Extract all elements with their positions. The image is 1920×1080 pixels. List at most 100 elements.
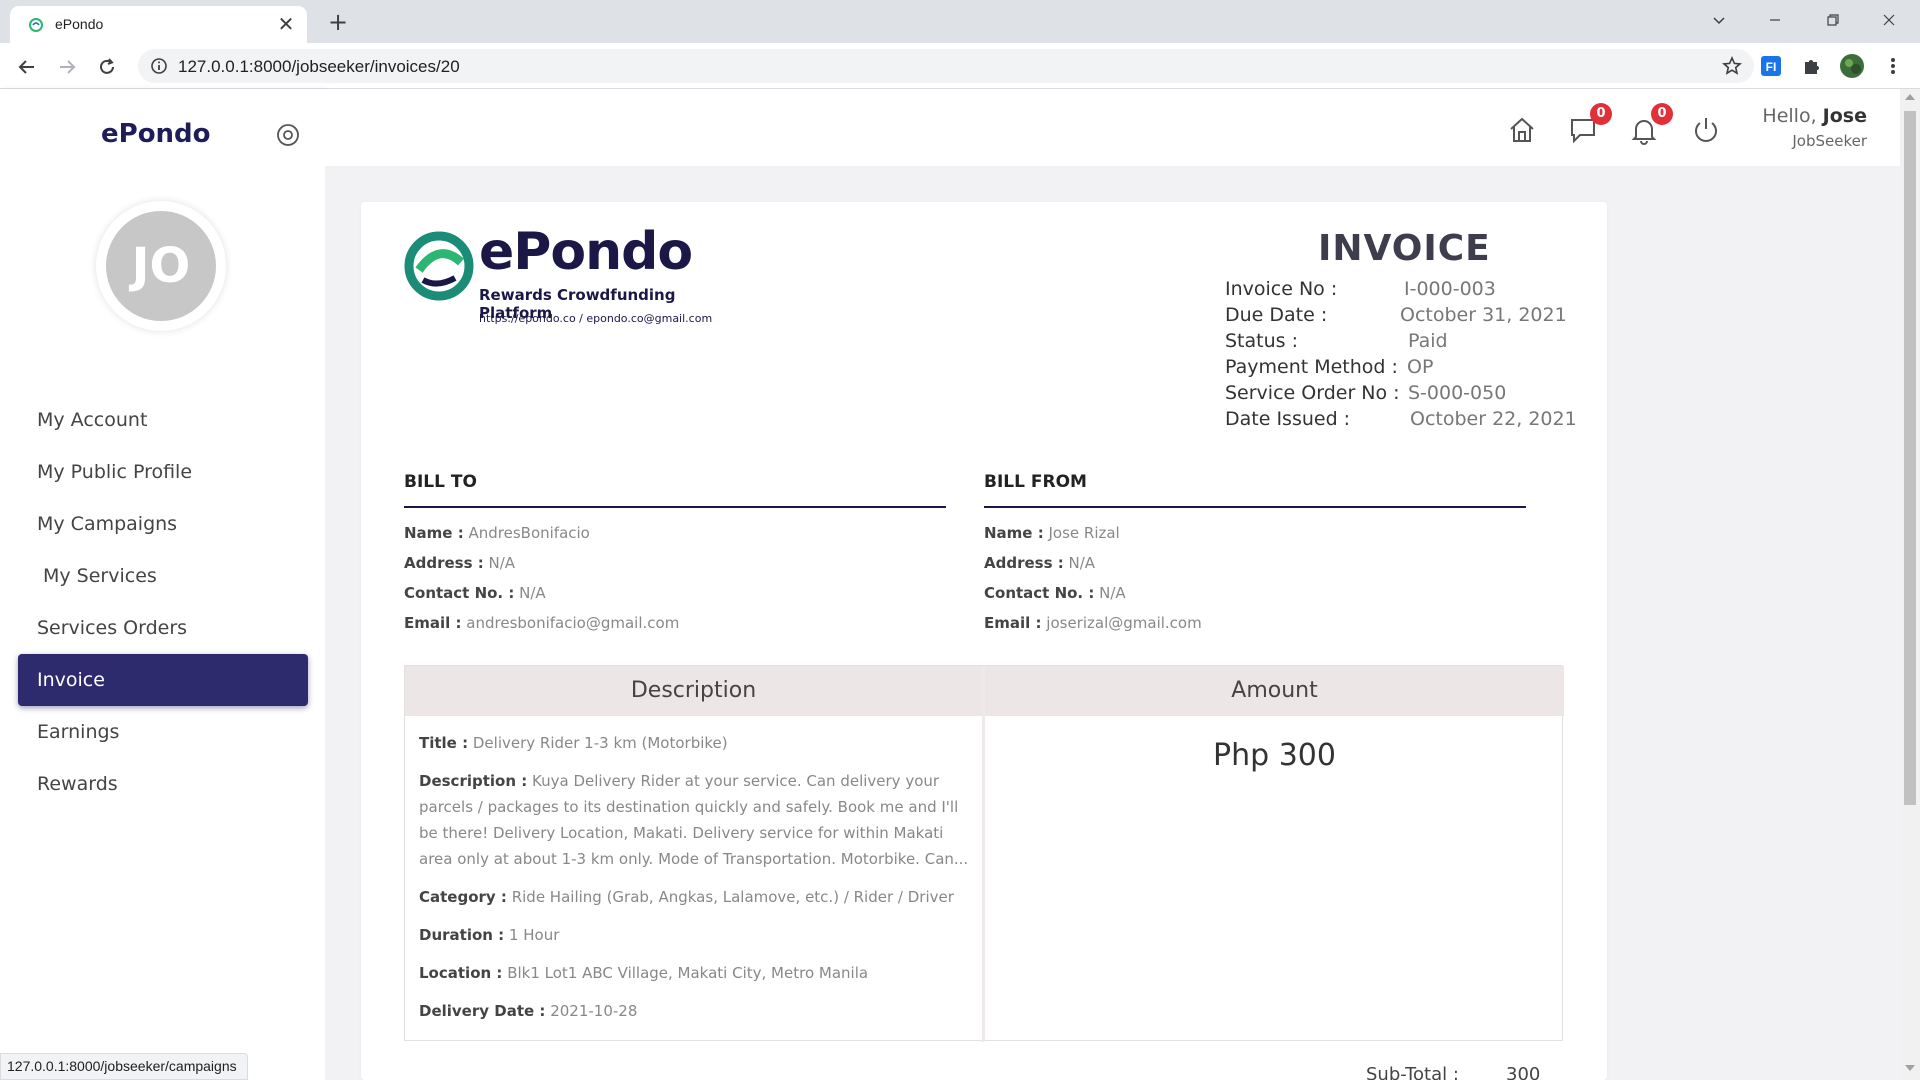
bill-to-address: Address : N/A: [404, 554, 946, 572]
window-close-icon[interactable]: [1866, 0, 1912, 40]
avatar-frame: JO: [96, 201, 226, 331]
sidebar-item-my-account[interactable]: My Account: [18, 394, 308, 446]
subtotal-value: 300: [1506, 1064, 1541, 1080]
minimize-icon[interactable]: [1752, 0, 1798, 40]
meta-label: Status :: [1225, 330, 1298, 352]
brand-name[interactable]: ePondo: [101, 119, 211, 149]
sidebar-item-my-public-profile[interactable]: My Public Profile: [18, 446, 308, 498]
home-icon[interactable]: [1507, 115, 1537, 145]
power-logout-icon[interactable]: [1691, 115, 1721, 145]
browser-tab[interactable]: ePondo ✕: [10, 6, 307, 43]
url-text[interactable]: 127.0.0.1:8000/jobseeker/invoices/20: [178, 57, 460, 77]
extensions-puzzle-icon[interactable]: [1799, 53, 1825, 79]
field-value: joserizal@gmail.com: [1046, 614, 1202, 632]
sidebar-menu: My Account My Public Profile My Campaign…: [18, 394, 308, 810]
browser-tab-strip: ePondo ✕ +: [0, 0, 1920, 43]
notifications-badge: 0: [1651, 103, 1673, 125]
user-role: JobSeeker: [1792, 132, 1867, 150]
field-value: Blk1 Lot1 ABC Village, Makati City, Metr…: [507, 964, 869, 982]
invoice-card: ePondo Rewards Crowdfunding Platform htt…: [361, 202, 1607, 1080]
sidebar-item-my-services[interactable]: My Services: [18, 550, 308, 602]
description-cell: Title : Delivery Rider 1-3 km (Motorbike…: [419, 730, 969, 1036]
messages-button[interactable]: 0: [1568, 103, 1612, 145]
field-label: Location :: [419, 964, 503, 982]
browser-menu-icon[interactable]: [1880, 53, 1906, 79]
top-header: 0 0 Hello, Jose JobSeeker: [325, 89, 1900, 166]
bill-from-section: BILL FROM Name : Jose Rizal Address : N/…: [984, 472, 1526, 632]
avatar[interactable]: JO: [106, 211, 216, 321]
field-value: N/A: [519, 584, 546, 602]
field-value: 2021-10-28: [550, 1002, 638, 1020]
bill-to-name: Name : AndresBonifacio: [404, 524, 946, 542]
site-info-icon[interactable]: [150, 57, 168, 75]
meta-label: Invoice No :: [1225, 278, 1338, 300]
user-greeting[interactable]: Hello, Jose JobSeeker: [1762, 105, 1867, 150]
address-bar[interactable]: 127.0.0.1:8000/jobseeker/invoices/20: [138, 49, 1754, 83]
field-label: Title :: [419, 734, 469, 752]
field-label: Email :: [984, 614, 1042, 632]
item-description: Description : Kuya Delivery Rider at you…: [419, 768, 969, 872]
forward-arrow-icon[interactable]: [52, 52, 82, 82]
page-scrollbar[interactable]: [1900, 89, 1920, 1080]
meta-value: October 22, 2021: [1410, 408, 1577, 430]
meta-due-date: Due Date : October 31, 2021: [1225, 304, 1585, 330]
reload-icon[interactable]: [92, 52, 122, 82]
sidebar-item-rewards[interactable]: Rewards: [18, 758, 308, 810]
tab-close-icon[interactable]: ✕: [275, 13, 297, 35]
amount-cell: Php 300: [1213, 738, 1336, 773]
bill-to-contact: Contact No. : N/A: [404, 584, 946, 602]
profile-avatar-icon[interactable]: [1839, 53, 1865, 79]
field-label: Name :: [984, 524, 1044, 542]
logo-wordmark: ePondo: [479, 222, 693, 282]
restore-icon[interactable]: [1810, 0, 1856, 40]
svg-text:FI: FI: [1766, 60, 1777, 74]
meta-label: Payment Method :: [1225, 356, 1398, 378]
extension-fi-icon[interactable]: FI: [1758, 53, 1784, 79]
field-label: Email :: [404, 614, 462, 632]
bill-from-contact: Contact No. : N/A: [984, 584, 1526, 602]
sidebar-item-services-orders[interactable]: Services Orders: [18, 602, 308, 654]
bill-to-section: BILL TO Name : AndresBonifacio Address :…: [404, 472, 946, 632]
scroll-down-arrow-icon[interactable]: [1905, 1065, 1915, 1071]
field-label: Address :: [984, 554, 1064, 572]
user-name: Jose: [1822, 105, 1867, 127]
subtotal-label: Sub-Total :: [1366, 1064, 1459, 1080]
field-label: Duration :: [419, 926, 505, 944]
bill-to-heading: BILL TO: [404, 472, 946, 508]
greeting-text: Hello,: [1762, 105, 1817, 127]
column-divider: [982, 666, 985, 1042]
invoice-items-table: Description Amount Title : Delivery Ride…: [404, 665, 1564, 1042]
tab-search-icon[interactable]: [1696, 0, 1742, 40]
invoice-meta: Invoice No : I-000-003 Due Date : Octobe…: [1225, 278, 1585, 434]
field-label: Delivery Date :: [419, 1002, 546, 1020]
meta-value: OP: [1407, 356, 1434, 378]
field-value: andresbonifacio@gmail.com: [466, 614, 680, 632]
logo-contact: https://epondo.co / epondo.co@gmail.com: [479, 312, 713, 325]
link-status-bar: 127.0.0.1:8000/jobseeker/campaigns: [0, 1053, 248, 1080]
bill-from-name: Name : Jose Rizal: [984, 524, 1526, 542]
field-value: N/A: [1099, 584, 1126, 602]
sidebar-item-my-campaigns[interactable]: My Campaigns: [18, 498, 308, 550]
invoice-title: INVOICE: [1318, 228, 1491, 269]
notifications-button[interactable]: 0: [1629, 103, 1673, 145]
field-value: AndresBonifacio: [468, 524, 590, 542]
scroll-thumb[interactable]: [1904, 111, 1916, 805]
new-tab-icon[interactable]: +: [324, 8, 352, 36]
field-label: Contact No. :: [984, 584, 1095, 602]
bookmark-star-icon[interactable]: [1722, 56, 1742, 76]
field-label: Category :: [419, 888, 507, 906]
field-value: N/A: [488, 554, 516, 572]
meta-value: October 31, 2021: [1400, 304, 1567, 326]
meta-status: Status : Paid: [1225, 330, 1585, 356]
sidebar-item-earnings[interactable]: Earnings: [18, 706, 308, 758]
item-title: Title : Delivery Rider 1-3 km (Motorbike…: [419, 730, 969, 756]
meta-invoice-no: Invoice No : I-000-003: [1225, 278, 1585, 304]
back-arrow-icon[interactable]: [12, 52, 42, 82]
sidebar-item-invoice[interactable]: Invoice: [18, 654, 308, 706]
scroll-up-arrow-icon[interactable]: [1905, 94, 1915, 100]
field-label: Address :: [404, 554, 484, 572]
column-header-amount: Amount: [985, 666, 1564, 716]
meta-value: S-000-050: [1408, 382, 1507, 404]
meta-label: Service Order No :: [1225, 382, 1400, 404]
target-settings-icon[interactable]: [276, 123, 300, 147]
